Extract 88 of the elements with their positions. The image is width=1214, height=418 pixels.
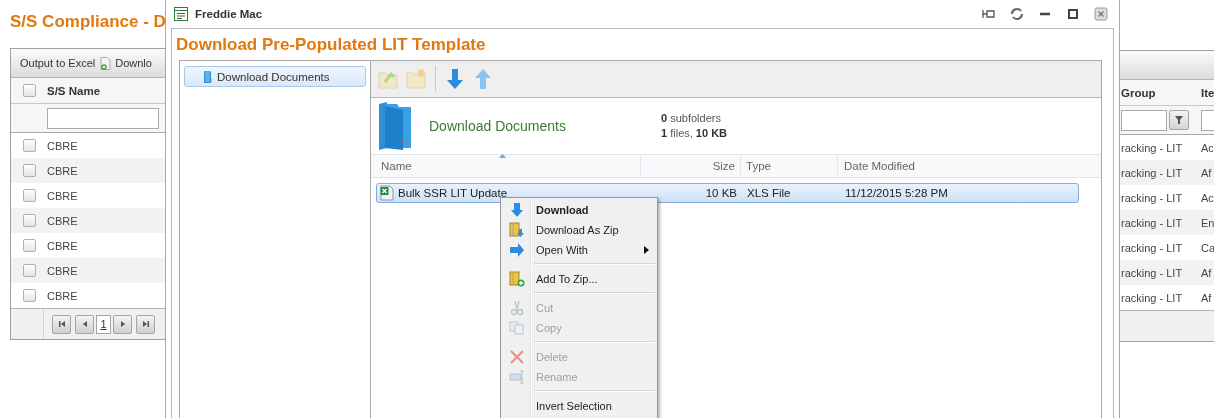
maximize-icon	[1065, 6, 1081, 22]
table-cell: CBRE	[47, 264, 78, 277]
menu-item[interactable]: Open With	[503, 240, 655, 260]
checkbox[interactable]	[22, 139, 36, 152]
table-cell-text: racking - LIT	[1120, 191, 1184, 204]
table-cell: CBRE	[47, 239, 78, 252]
window-icon	[173, 6, 189, 22]
next-page-button[interactable]	[113, 314, 132, 334]
table-cell: CBRE	[47, 164, 78, 177]
checkbox[interactable]	[22, 164, 36, 177]
table-cell: En	[1201, 216, 1214, 229]
column-header: S/S Name	[47, 84, 101, 97]
previous-page-button[interactable]	[75, 314, 94, 334]
close-icon	[1093, 6, 1109, 22]
last-page-icon	[141, 320, 150, 328]
checkbox[interactable]	[22, 264, 36, 277]
column-header: Group	[1120, 86, 1157, 99]
menu-item[interactable]: Download	[503, 200, 655, 220]
maximize-button[interactable]	[1065, 6, 1081, 22]
table-cell-text: racking - LIT	[1120, 141, 1184, 154]
table-cell-text: racking - LIT	[1120, 266, 1184, 279]
table-cell: CBRE	[47, 189, 78, 202]
folder-name: Download Documents	[429, 118, 567, 134]
page-number[interactable]: 1	[96, 314, 111, 334]
reload-button[interactable]	[1009, 6, 1025, 22]
close-button[interactable]	[1093, 6, 1109, 22]
arrow-up-icon	[472, 68, 494, 90]
page-title: S/S Compliance - D	[10, 12, 165, 32]
last-page-button[interactable]	[136, 314, 155, 334]
column-header[interactable]: Type	[741, 155, 838, 177]
filter-field[interactable]	[1201, 109, 1214, 131]
window-title: Freddie Mac	[195, 8, 263, 20]
download-button[interactable]: Downlo	[100, 56, 152, 70]
table-cell: Af	[1201, 291, 1212, 304]
checkbox[interactable]	[22, 239, 36, 252]
checkbox[interactable]	[22, 84, 36, 97]
checkbox[interactable]	[22, 189, 36, 202]
upload-button[interactable]	[472, 68, 494, 90]
spreadsheet-icon	[380, 185, 394, 201]
new-folder-icon	[405, 68, 427, 90]
export-button[interactable]: Output to Excel	[20, 57, 96, 69]
dialog-heading: Download Pre-Populated LIT Template	[176, 34, 487, 56]
first-page-button[interactable]	[52, 314, 71, 334]
checkbox[interactable]	[22, 214, 36, 227]
file-row[interactable]: Bulk SSR LIT Update 10 KB XLS File 11/12/2015 5:28 PM	[376, 183, 1079, 203]
scissors-icon	[509, 300, 525, 316]
zip-add-icon	[509, 271, 525, 287]
tree-item[interactable]: Download Documents	[184, 66, 366, 87]
column-header[interactable]: Date Modified	[838, 155, 915, 177]
filter-field[interactable]	[47, 107, 159, 129]
new-folder-button[interactable]	[405, 68, 427, 90]
file-count: 1 files, 10 KB	[661, 126, 728, 141]
filter-field[interactable]	[1121, 109, 1167, 131]
folder-icon	[202, 69, 212, 84]
column-header[interactable]: Name	[371, 155, 641, 177]
table-cell: CBRE	[47, 289, 78, 302]
document-icon	[100, 56, 112, 70]
subfolder-count: 0 subfolders	[661, 111, 722, 126]
rename-icon	[509, 369, 525, 385]
menu-item[interactable]: Invert Selection	[503, 396, 655, 416]
checkbox[interactable]	[22, 289, 36, 302]
first-page-icon	[57, 320, 66, 328]
sort-arrow-icon	[499, 154, 506, 158]
reload-icon	[1009, 6, 1025, 22]
table-cell: Af	[1201, 266, 1212, 279]
next-icon	[118, 320, 127, 328]
arrow-right-icon	[509, 242, 525, 258]
table-cell: Ac	[1201, 191, 1214, 204]
table-cell-text: racking - LIT	[1120, 241, 1184, 254]
menu-item[interactable]: Download As Zip	[503, 220, 655, 240]
arrow-down-icon	[444, 68, 466, 90]
cross-icon	[509, 349, 525, 365]
copy-icon	[509, 320, 525, 336]
filter-icon	[1175, 116, 1183, 124]
table-cell: CBRE	[47, 214, 78, 227]
filter-button[interactable]	[1169, 110, 1189, 130]
table-cell: Af	[1201, 166, 1212, 179]
table-cell: Ac	[1201, 141, 1214, 154]
table-cell-text: racking - LIT	[1120, 291, 1184, 304]
column-header: Ite	[1201, 86, 1214, 99]
column-header[interactable]: Size	[641, 155, 741, 177]
download-button[interactable]	[444, 68, 466, 90]
table-cell: CBRE	[47, 139, 78, 152]
table-cell-text: racking - LIT	[1120, 166, 1184, 179]
table-cell-text: racking - LIT	[1120, 216, 1184, 229]
zip-download-icon	[509, 222, 525, 238]
menu-item[interactable]: Add To Zip...	[503, 269, 655, 289]
arrow-down-icon	[509, 202, 525, 218]
